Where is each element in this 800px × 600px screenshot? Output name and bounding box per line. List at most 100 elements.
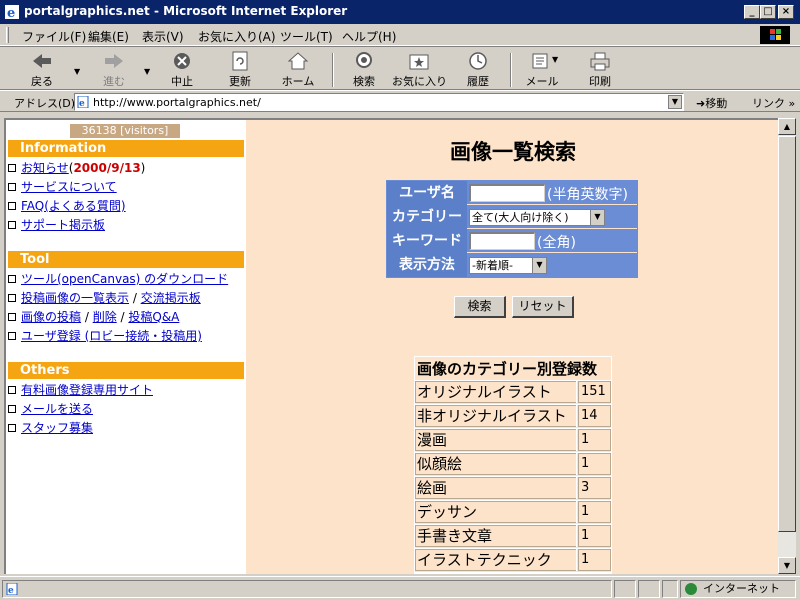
- faq-link[interactable]: FAQ(よくある質問): [21, 199, 126, 213]
- news-link[interactable]: お知らせ: [21, 161, 69, 175]
- section-head-tool: Tool: [8, 251, 244, 268]
- search-submit-button[interactable]: 検索: [454, 296, 506, 318]
- form-row-display: 表示方法 -新着順- ▼: [387, 253, 637, 277]
- refresh-button[interactable]: 更新: [218, 51, 262, 89]
- category-selected-value: 全て(大人向け除く): [472, 211, 569, 224]
- bullet-icon: [8, 331, 16, 340]
- forward-arrow-icon: [105, 54, 123, 68]
- forward-button[interactable]: 進む: [92, 51, 136, 89]
- user-cell: (半角英数字): [467, 181, 639, 205]
- visitor-counter: 36138 [visitors]: [70, 124, 180, 138]
- scrollbar-thumb[interactable]: [778, 136, 796, 532]
- maximize-button[interactable]: □: [760, 5, 776, 19]
- staff-recruit-link[interactable]: スタッフ募集: [21, 421, 93, 435]
- category-name: デッサン: [417, 501, 577, 523]
- back-button[interactable]: 戻る: [20, 51, 64, 89]
- chevron-down-icon[interactable]: ▼: [532, 258, 546, 273]
- history-label: 履歴: [467, 75, 489, 88]
- scroll-up-icon[interactable]: ▲: [778, 118, 796, 135]
- print-icon: [590, 52, 610, 71]
- nav-item-service: サービスについて: [8, 179, 117, 195]
- vertical-scrollbar[interactable]: ▲ ▼: [778, 118, 796, 574]
- menu-edit[interactable]: 編集(E): [88, 28, 129, 45]
- minimize-button[interactable]: _: [744, 5, 760, 19]
- stop-button[interactable]: 中止: [160, 51, 204, 89]
- search-label: 検索: [353, 75, 375, 88]
- user-label: ユーザ名: [387, 181, 467, 205]
- category-count: 3: [581, 480, 590, 495]
- status-bar: e インターネット: [0, 576, 800, 600]
- menu-tools[interactable]: ツール(T): [280, 28, 333, 45]
- keyword-hint: (全角): [537, 235, 576, 251]
- bullet-icon: [8, 404, 16, 413]
- page-title: 画像一覧検索: [450, 140, 576, 164]
- post-qa-link[interactable]: 投稿Q&A: [128, 310, 179, 324]
- service-link[interactable]: サービスについて: [21, 180, 117, 194]
- category-count: 1: [581, 552, 590, 567]
- gallery-link[interactable]: 投稿画像の一覧表示: [21, 291, 129, 305]
- ie-icon: e: [5, 5, 19, 20]
- user-register-link[interactable]: ユーザ登録 (ロビー接続・投稿用): [21, 329, 202, 343]
- scroll-down-icon[interactable]: ▼: [778, 557, 796, 574]
- back-dropdown-icon[interactable]: ▼: [74, 67, 80, 76]
- display-order-select[interactable]: -新着順- ▼: [469, 257, 547, 274]
- section-head-others: Others: [8, 362, 244, 379]
- stop-label: 中止: [171, 75, 193, 88]
- menu-view[interactable]: 表示(V): [142, 28, 184, 45]
- favorites-label: お気に入り: [392, 75, 447, 88]
- print-button[interactable]: 印刷: [580, 51, 620, 89]
- favorites-button[interactable]: お気に入り: [392, 51, 447, 89]
- status-pane-main: e: [2, 580, 612, 598]
- forward-dropdown-icon[interactable]: ▼: [144, 67, 150, 76]
- reset-button[interactable]: リセット: [512, 296, 574, 318]
- user-name-input[interactable]: [469, 184, 545, 202]
- section-head-information: Information: [8, 140, 244, 157]
- bullet-icon: [8, 163, 16, 172]
- nav-item-gallery: 投稿画像の一覧表示 / 交流掲示板: [8, 290, 201, 306]
- zone-label: インターネット: [703, 582, 780, 595]
- table-row: 非オリジナルイラスト 14: [415, 405, 611, 429]
- search-button[interactable]: 検索: [342, 51, 386, 89]
- toolbar-separator: [510, 53, 512, 87]
- back-label: 戻る: [31, 75, 53, 88]
- forward-label: 進む: [103, 75, 125, 88]
- delete-link[interactable]: 削除: [93, 310, 117, 324]
- category-name: オリジナルイラスト: [417, 381, 577, 403]
- stop-icon: [174, 53, 190, 69]
- tool-download-link[interactable]: ツール(openCanvas) のダウンロード: [21, 272, 228, 286]
- support-board-link[interactable]: サポート掲示板: [21, 218, 105, 232]
- category-name: 手書き文章: [417, 525, 577, 547]
- send-mail-link[interactable]: メールを送る: [21, 402, 93, 416]
- keyword-cell: (全角): [467, 229, 639, 253]
- history-button[interactable]: 履歴: [458, 51, 498, 89]
- menu-favorites[interactable]: お気に入り(A): [198, 28, 276, 45]
- menu-file[interactable]: ファイル(F): [22, 28, 86, 45]
- svg-text:e: e: [79, 99, 85, 108]
- paid-site-link[interactable]: 有料画像登録専用サイト: [21, 383, 153, 397]
- nav-item-paid-site: 有料画像登録専用サイト: [8, 382, 153, 398]
- bullet-icon: [8, 201, 16, 210]
- close-button[interactable]: ×: [778, 5, 794, 19]
- mail-label: メール: [525, 75, 559, 88]
- bullet-icon: [8, 182, 16, 191]
- go-button[interactable]: ➜移動: [696, 95, 727, 111]
- chevron-down-icon[interactable]: ▼: [590, 210, 604, 225]
- category-count: 1: [581, 504, 590, 519]
- address-input[interactable]: e http://www.portalgraphics.net/ ▼: [74, 93, 684, 111]
- form-row-keyword: キーワード (全角): [387, 229, 637, 253]
- mail-dropdown-icon[interactable]: ▼: [552, 55, 558, 64]
- post-image-link[interactable]: 画像の投稿: [21, 310, 81, 324]
- menu-help[interactable]: ヘルプ(H): [342, 28, 396, 45]
- mail-icon: [532, 53, 548, 69]
- links-button[interactable]: リンク »: [752, 95, 795, 111]
- exchange-board-link[interactable]: 交流掲示板: [141, 291, 201, 305]
- address-dropdown-icon[interactable]: ▼: [668, 95, 682, 109]
- nav-item-mail: メールを送る: [8, 401, 93, 417]
- home-button[interactable]: ホーム: [276, 51, 320, 89]
- separator: /: [81, 310, 93, 324]
- keyword-input[interactable]: [469, 232, 535, 250]
- category-select[interactable]: 全て(大人向け除く) ▼: [469, 209, 605, 226]
- windows-logo-icon: [760, 26, 790, 44]
- keyword-label: キーワード: [387, 229, 467, 253]
- title-bar[interactable]: e portalgraphics.net - Microsoft Interne…: [0, 0, 800, 24]
